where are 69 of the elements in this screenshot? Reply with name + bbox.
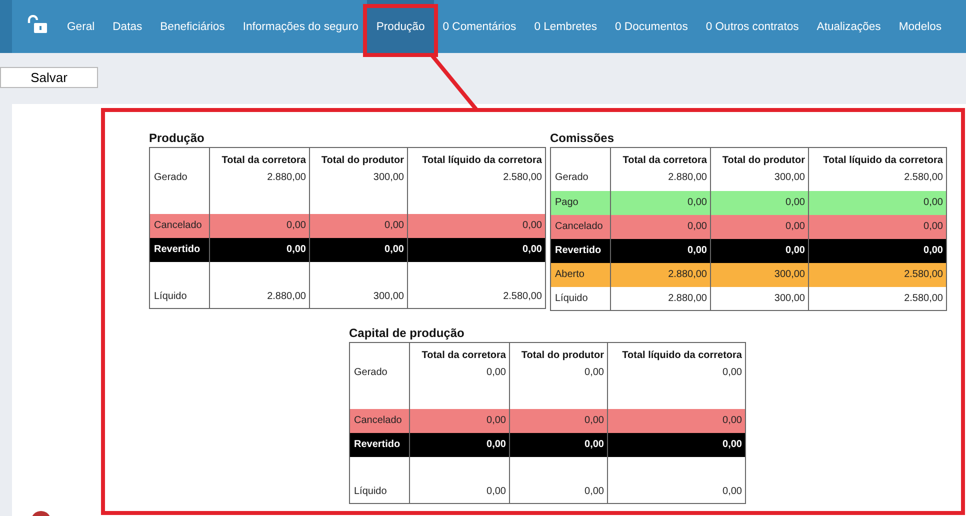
table-cell: 2.580,00: [808, 286, 946, 310]
table-cell: 0,00: [210, 214, 310, 238]
table-cell: 0,00: [310, 214, 408, 238]
table-cell: 0,00: [808, 190, 946, 214]
nav-tab[interactable]: 0 Documentos: [606, 0, 697, 53]
nav-tab[interactable]: Modelos: [890, 0, 951, 53]
table-title: Comissões: [550, 131, 616, 147]
nav-tab[interactable]: Atualizações: [808, 0, 890, 53]
table-cell: 2.880,00: [610, 262, 710, 286]
table-cell: 0,00: [608, 408, 746, 432]
nav-tab[interactable]: 0 Comentários: [434, 0, 526, 53]
table-cell: 0,00: [808, 214, 946, 238]
row-label: Revertido: [350, 432, 410, 456]
table-cell: 0,00: [710, 214, 808, 238]
row-label: Revertido: [550, 238, 610, 262]
table-cell: 0,00: [610, 214, 710, 238]
nav-tab[interactable]: Beneficiários: [151, 0, 234, 53]
table-cell: 300,00: [310, 262, 408, 308]
column-header: Total líquido da corretora: [608, 342, 746, 362]
column-header: Total do produtor: [710, 148, 808, 166]
row-label: Cancelado: [550, 214, 610, 238]
table-cell: 2.580,00: [808, 262, 946, 286]
column-header: Total líquido da corretora: [808, 148, 946, 166]
table-cell: 0,00: [808, 238, 946, 262]
row-label: Aberto: [550, 262, 610, 286]
table-cell: 0,00: [210, 238, 310, 262]
table-cell: 0,00: [408, 214, 546, 238]
table-cell: 0,00: [408, 238, 546, 262]
table-cell: 0,00: [710, 238, 808, 262]
table-cell: 0,00: [410, 432, 510, 456]
table-cell: 0,00: [710, 190, 808, 214]
nav-tab[interactable]: Datas: [104, 0, 152, 53]
table-cell: 0,00: [310, 238, 408, 262]
nav-tab[interactable]: Geral: [58, 0, 104, 53]
table-cell: 300,00: [710, 262, 808, 286]
padlock-icon[interactable]: [26, 14, 48, 32]
save-button[interactable]: Salvar: [0, 67, 98, 88]
table-cell: 2.880,00: [210, 262, 310, 308]
column-header: Total da corretora: [210, 148, 310, 166]
nav-tab[interactable]: 0 Lembretes: [525, 0, 606, 53]
table-cell: 300,00: [710, 286, 808, 310]
column-header: Total do produtor: [510, 342, 608, 362]
row-label: Líquido: [550, 286, 610, 310]
table-cell: 0,00: [608, 456, 746, 504]
table-title: Capital de produção: [349, 326, 466, 342]
row-label: Líquido: [350, 456, 410, 504]
nav-tab[interactable]: 0 Outros contratos: [696, 0, 808, 53]
table-cell: 0,00: [608, 432, 746, 456]
table-cell: 0,00: [510, 408, 608, 432]
table-cell: 0,00: [410, 408, 510, 432]
table-cell: 0,00: [610, 190, 710, 214]
row-label: Cancelado: [150, 214, 210, 238]
nav-edge: [0, 0, 12, 53]
nav-tab[interactable]: Informações do seguro: [234, 0, 368, 53]
table-cell: 0,00: [410, 456, 510, 504]
column-header: Total líquido da corretora: [408, 148, 546, 166]
column-header: Total da corretora: [610, 148, 710, 166]
row-label: Líquido: [150, 262, 210, 308]
column-header: Total do produtor: [310, 148, 408, 166]
row-label: Pago: [550, 190, 610, 214]
table-cell: 2.580,00: [408, 262, 546, 308]
table-title: Produção: [149, 131, 206, 147]
row-label: Cancelado: [350, 408, 410, 432]
row-label: Revertido: [150, 238, 210, 262]
table-cell: 0,00: [610, 238, 710, 262]
table-cell: 0,00: [510, 456, 608, 504]
table-cell: 2.880,00: [610, 286, 710, 310]
table-cell: 0,00: [510, 432, 608, 456]
column-header: Total da corretora: [410, 342, 510, 362]
